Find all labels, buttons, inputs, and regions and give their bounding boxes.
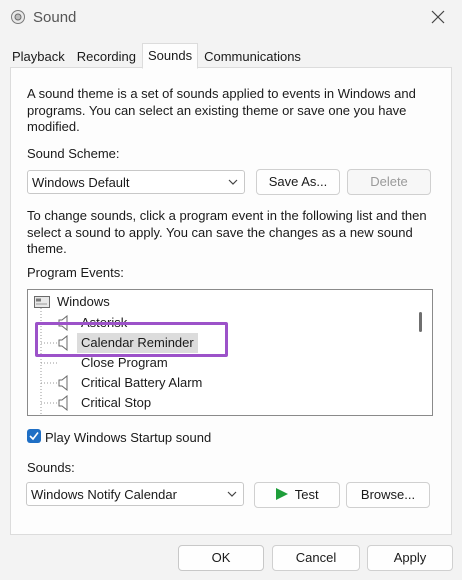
list-scrollbar-thumb[interactable] [419, 312, 422, 332]
title-bar: Sound [0, 0, 462, 36]
event-critical-stop-label: Critical Stop [81, 395, 152, 410]
speaker-icon [11, 10, 25, 24]
sounds-panel: A sound theme is a set of sounds applied… [10, 67, 452, 535]
tab-recording[interactable]: Recording [71, 45, 142, 69]
instructions-text: To change sounds, click a program event … [27, 208, 427, 256]
tab-playback[interactable]: Playback [6, 45, 71, 69]
checkmark-icon [29, 432, 39, 441]
tab-communications[interactable]: Communications [198, 45, 307, 69]
speaker-icon [58, 375, 68, 391]
cancel-button[interactable]: Cancel [272, 545, 360, 571]
ok-button[interactable]: OK [178, 545, 264, 571]
save-as-button[interactable]: Save As... [256, 169, 340, 195]
chevron-down-icon [227, 491, 237, 497]
play-icon [276, 488, 289, 500]
tab-bar: Playback Recording Sounds Communications [6, 43, 307, 69]
delete-button[interactable]: Delete [347, 169, 431, 195]
event-critical-battery-alarm-label: Critical Battery Alarm [81, 375, 203, 390]
startup-sound-checkbox[interactable] [27, 429, 41, 443]
windows-folder-icon [34, 296, 50, 308]
sound-file-value: Windows Notify Calendar [31, 487, 177, 502]
tree-root-windows[interactable]: Windows [28, 292, 408, 312]
apply-button[interactable]: Apply [367, 545, 453, 571]
program-events-label: Program Events: [27, 265, 124, 280]
sounds-label: Sounds: [27, 460, 75, 475]
startup-sound-label: Play Windows Startup sound [45, 430, 212, 445]
sound-scheme-value: Windows Default [32, 175, 130, 190]
speaker-icon [58, 395, 68, 411]
close-icon[interactable] [428, 7, 448, 27]
tree-root-label: Windows [57, 294, 110, 309]
list-item[interactable]: Critical Battery Alarm [28, 373, 408, 393]
browse-button[interactable]: Browse... [346, 482, 430, 508]
tab-sounds[interactable]: Sounds [142, 43, 199, 69]
chevron-down-icon [228, 179, 238, 185]
sound-scheme-label: Sound Scheme: [27, 146, 120, 161]
window-title: Sound [33, 9, 77, 26]
test-button[interactable]: Test [254, 482, 340, 508]
sound-scheme-dropdown[interactable]: Windows Default [27, 170, 245, 194]
sound-file-dropdown[interactable]: Windows Notify Calendar [26, 482, 244, 506]
intro-text: A sound theme is a set of sounds applied… [27, 86, 416, 134]
list-item[interactable]: Critical Stop [28, 393, 408, 413]
test-button-label: Test [294, 487, 319, 502]
highlight-annotation [35, 322, 228, 357]
